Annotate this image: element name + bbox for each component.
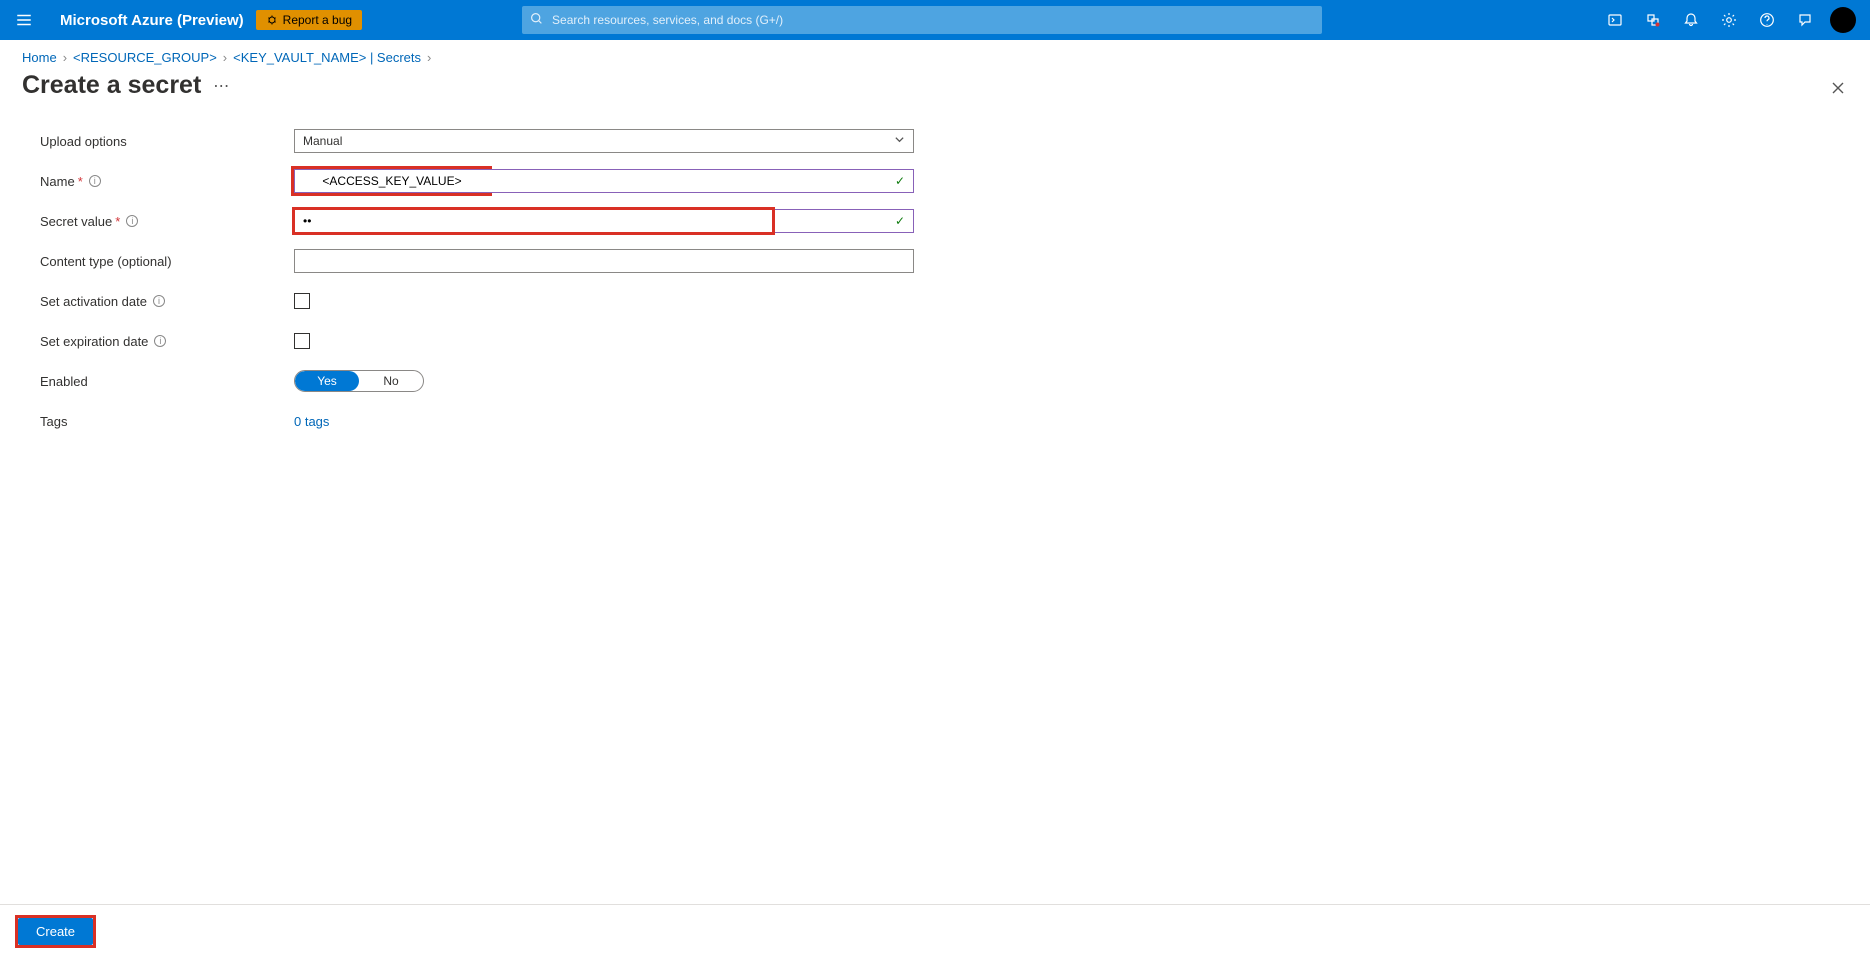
create-secret-form: Upload options Manual Name i ✓ Secret va… bbox=[0, 110, 1870, 458]
page-title: Create a secret bbox=[22, 71, 201, 100]
directories-icon bbox=[1645, 12, 1661, 28]
info-icon[interactable]: i bbox=[89, 175, 101, 187]
cloud-shell-button[interactable] bbox=[1596, 0, 1634, 40]
enabled-label: Enabled bbox=[40, 374, 294, 389]
enabled-toggle[interactable]: Yes No bbox=[294, 370, 424, 392]
expiration-label-wrap: Set expiration date i bbox=[40, 334, 294, 349]
info-icon[interactable]: i bbox=[126, 215, 138, 227]
settings-button[interactable] bbox=[1710, 0, 1748, 40]
create-button[interactable]: Create bbox=[18, 918, 93, 945]
enabled-no: No bbox=[359, 371, 423, 391]
info-icon[interactable]: i bbox=[153, 295, 165, 307]
report-bug-button[interactable]: Report a bug bbox=[256, 10, 362, 30]
chevron-right-icon: › bbox=[223, 50, 227, 65]
content-type-input[interactable] bbox=[303, 254, 905, 268]
search-icon bbox=[530, 12, 543, 28]
breadcrumb: Home › <RESOURCE_GROUP> › <KEY_VAULT_NAM… bbox=[0, 40, 1870, 69]
feedback-icon bbox=[1797, 12, 1813, 28]
upload-options-label: Upload options bbox=[40, 134, 294, 149]
close-blade-button[interactable] bbox=[1830, 80, 1846, 99]
bell-icon bbox=[1683, 12, 1699, 28]
secret-value-input[interactable] bbox=[303, 214, 905, 228]
create-button-highlight: Create bbox=[18, 918, 93, 945]
name-input-highlight bbox=[294, 169, 489, 193]
help-icon bbox=[1759, 12, 1775, 28]
bug-icon bbox=[266, 14, 278, 26]
name-input-tail: ✓ bbox=[489, 169, 914, 193]
secret-value-label-wrap: Secret value i bbox=[40, 214, 294, 229]
more-actions-button[interactable]: ⋯ bbox=[213, 76, 230, 96]
upload-options-select[interactable]: Manual bbox=[294, 129, 914, 153]
activation-label: Set activation date bbox=[40, 294, 147, 309]
content-type-input-wrap bbox=[294, 249, 914, 273]
tags-label: Tags bbox=[40, 414, 294, 429]
check-icon: ✓ bbox=[895, 214, 905, 228]
breadcrumb-keyvault-secrets[interactable]: <KEY_VAULT_NAME> | Secrets bbox=[233, 50, 421, 65]
report-bug-label: Report a bug bbox=[283, 13, 352, 27]
brand-label[interactable]: Microsoft Azure (Preview) bbox=[48, 12, 256, 29]
search-wrapper bbox=[522, 6, 1322, 34]
help-button[interactable] bbox=[1748, 0, 1786, 40]
footer-bar: Create bbox=[0, 904, 1870, 958]
user-avatar[interactable] bbox=[1830, 7, 1856, 33]
info-icon[interactable]: i bbox=[154, 335, 166, 347]
secret-value-label: Secret value bbox=[40, 214, 120, 229]
tags-link[interactable]: 0 tags bbox=[294, 414, 329, 429]
breadcrumb-resource-group[interactable]: <RESOURCE_GROUP> bbox=[73, 50, 217, 65]
expiration-checkbox[interactable] bbox=[294, 333, 310, 349]
activation-checkbox[interactable] bbox=[294, 293, 310, 309]
hamburger-icon bbox=[15, 11, 33, 29]
secret-value-input-wrap: ✓ bbox=[294, 209, 914, 233]
name-label: Name bbox=[40, 174, 83, 189]
feedback-button[interactable] bbox=[1786, 0, 1824, 40]
name-input[interactable] bbox=[303, 174, 481, 188]
enabled-yes: Yes bbox=[295, 371, 359, 391]
chevron-right-icon: › bbox=[427, 50, 431, 65]
hamburger-menu-button[interactable] bbox=[0, 11, 48, 29]
directories-button[interactable] bbox=[1634, 0, 1672, 40]
content-type-label: Content type (optional) bbox=[40, 254, 294, 269]
notifications-button[interactable] bbox=[1672, 0, 1710, 40]
search-input[interactable] bbox=[522, 6, 1322, 34]
chevron-right-icon: › bbox=[63, 50, 67, 65]
breadcrumb-home[interactable]: Home bbox=[22, 50, 57, 65]
chevron-down-icon bbox=[894, 134, 905, 148]
activation-label-wrap: Set activation date i bbox=[40, 294, 294, 309]
cloud-shell-icon bbox=[1607, 12, 1623, 28]
close-icon bbox=[1830, 80, 1846, 96]
gear-icon bbox=[1721, 12, 1737, 28]
page-title-row: Create a secret ⋯ bbox=[0, 69, 1870, 110]
header-icon-group bbox=[1596, 0, 1870, 40]
top-header: Microsoft Azure (Preview) Report a bug bbox=[0, 0, 1870, 40]
expiration-label: Set expiration date bbox=[40, 334, 148, 349]
check-icon: ✓ bbox=[895, 174, 905, 188]
upload-options-value: Manual bbox=[303, 134, 342, 148]
name-label-wrap: Name i bbox=[40, 174, 294, 189]
